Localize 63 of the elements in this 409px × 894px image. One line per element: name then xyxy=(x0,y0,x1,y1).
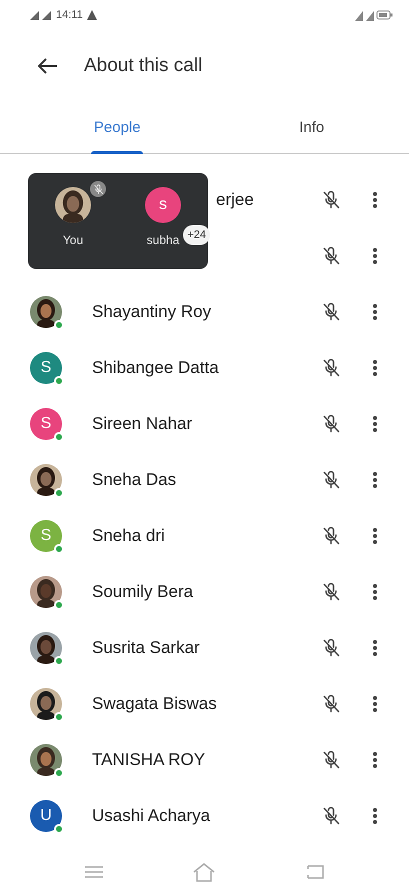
warning-icon xyxy=(86,10,97,20)
tab[interactable]: Info xyxy=(214,102,409,153)
mic-off-icon[interactable] xyxy=(321,806,341,826)
online-dot xyxy=(54,432,64,442)
online-dot xyxy=(54,376,64,386)
tile-label: You xyxy=(62,233,84,247)
status-time: 14:11 xyxy=(56,9,83,21)
mic-off-icon[interactable] xyxy=(321,694,341,714)
avatar: S xyxy=(30,520,62,552)
participant-name: erjee xyxy=(216,190,255,210)
avatar: U xyxy=(30,800,62,832)
participant-name: Shibangee Datta xyxy=(92,358,220,378)
more-options-icon[interactable] xyxy=(373,192,377,208)
participant-name: Sireen Nahar xyxy=(92,414,194,434)
online-dot xyxy=(54,768,64,778)
more-options-icon[interactable] xyxy=(373,752,377,768)
online-dot xyxy=(54,488,64,498)
online-dot xyxy=(54,320,64,330)
mic-off-icon[interactable] xyxy=(321,302,341,322)
participant-name: Susrita Sarkar xyxy=(92,638,201,658)
participant-name: Shayantiny Roy xyxy=(92,302,212,322)
more-options-icon[interactable] xyxy=(373,584,377,600)
mic-off-icon[interactable] xyxy=(321,246,341,266)
page-title: About this call xyxy=(84,55,202,77)
online-dot xyxy=(54,824,64,834)
signal-icon xyxy=(30,10,52,20)
more-options-icon[interactable] xyxy=(373,304,377,320)
more-options-icon[interactable] xyxy=(373,696,377,712)
participant-name: Swagata Biswas xyxy=(92,694,218,714)
more-options-icon[interactable] xyxy=(373,528,377,544)
mic-off-icon xyxy=(90,181,106,197)
mic-off-icon[interactable] xyxy=(321,526,341,546)
mic-off-icon[interactable] xyxy=(321,638,341,658)
participant-name: Sneha dri xyxy=(92,526,166,546)
participant-name: Sneha Das xyxy=(92,470,178,490)
mic-off-icon[interactable] xyxy=(321,470,341,490)
participant-name: TANISHA ROY xyxy=(92,750,206,770)
participant-name: Usashi Acharya xyxy=(92,806,212,826)
more-options-icon[interactable] xyxy=(373,640,377,656)
tab[interactable]: People xyxy=(20,102,214,153)
online-dot xyxy=(54,656,64,666)
avatar: S xyxy=(30,408,62,440)
back-arrow-icon[interactable] xyxy=(38,58,58,74)
online-dot xyxy=(54,712,64,722)
tile-label: subha xyxy=(146,233,180,247)
more-options-icon[interactable] xyxy=(373,416,377,432)
mic-off-icon[interactable] xyxy=(321,358,341,378)
online-dot xyxy=(54,600,64,610)
participant-name: Soumily Bera xyxy=(92,582,194,602)
avatar: S xyxy=(30,352,62,384)
more-options-icon[interactable] xyxy=(373,248,377,264)
mic-off-icon[interactable] xyxy=(321,190,341,210)
mic-off-icon[interactable] xyxy=(321,750,341,770)
avatar: s xyxy=(145,187,181,223)
mic-off-icon[interactable] xyxy=(321,582,341,602)
more-options-icon[interactable] xyxy=(373,472,377,488)
more-options-icon[interactable] xyxy=(373,360,377,376)
battery-icon xyxy=(355,9,393,21)
more-count: +24 xyxy=(183,225,210,245)
online-dot xyxy=(54,544,64,554)
mic-off-icon[interactable] xyxy=(321,414,341,434)
more-options-icon[interactable] xyxy=(373,808,377,824)
floating-video-tile[interactable]: You s subha +24 xyxy=(28,173,208,269)
